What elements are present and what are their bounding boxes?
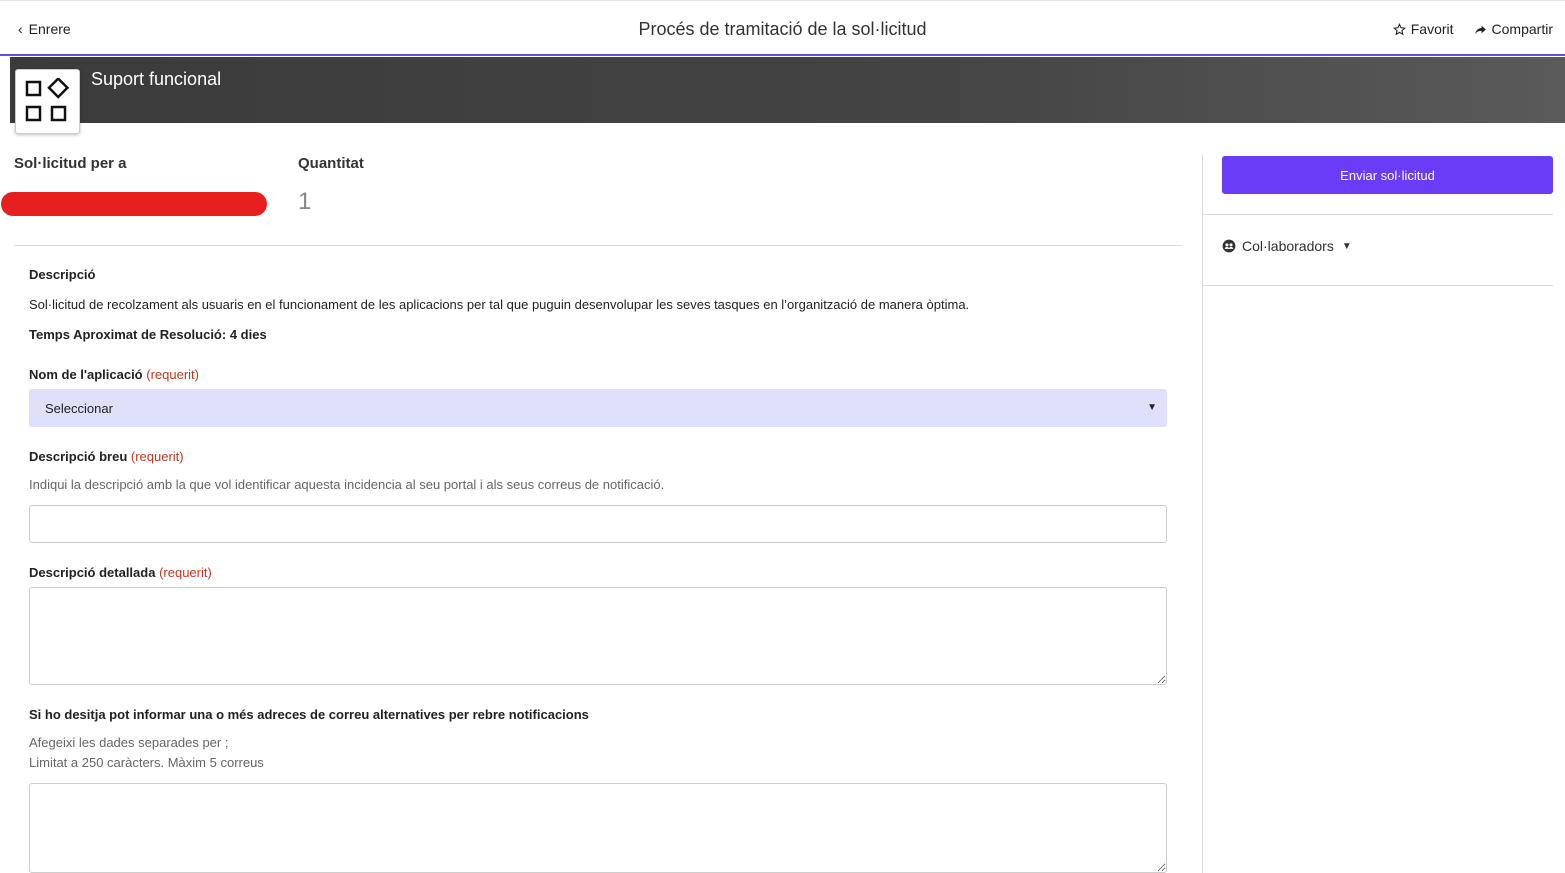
page-title: Procés de tramitació de la sol·licitud bbox=[638, 19, 927, 39]
short-desc-input[interactable] bbox=[29, 505, 1167, 543]
alt-emails-hint-limit: Limitat a 250 caràcters. Màxim 5 correus bbox=[29, 755, 264, 770]
caret-down-icon: ▼ bbox=[1147, 402, 1157, 413]
app-name-select[interactable]: Seleccionar ▼ bbox=[29, 389, 1167, 427]
alt-emails-textarea[interactable] bbox=[29, 783, 1167, 873]
short-desc-label: Descripció breu (requerit) bbox=[29, 449, 184, 464]
top-bar: ‹ Enrere Procés de tramitació de la sol·… bbox=[0, 0, 1565, 56]
required-marker: (requerit) bbox=[159, 565, 212, 580]
quantity-value: 1 bbox=[298, 188, 312, 215]
apps-grid-icon bbox=[15, 69, 80, 134]
short-desc-label-text: Descripció breu bbox=[29, 449, 128, 464]
favorite-label: Favorit bbox=[1410, 21, 1454, 37]
caret-down-icon: ▼ bbox=[1341, 240, 1352, 252]
short-desc-hint: Indiqui la descripció amb la que vol ide… bbox=[29, 477, 665, 492]
detailed-desc-label-text: Descripció detallada bbox=[29, 565, 156, 580]
app-name-label-text: Nom de l'aplicació bbox=[29, 367, 143, 382]
app-name-selected: Seleccionar bbox=[45, 400, 113, 416]
service-title: Suport funcional bbox=[91, 69, 222, 89]
required-marker: (requerit) bbox=[146, 367, 199, 382]
description-body: Sol·licitud de recolzament als usuaris e… bbox=[29, 297, 970, 312]
divider bbox=[14, 245, 1182, 246]
sidebar-separator bbox=[1203, 285, 1553, 286]
description-heading: Descripció bbox=[29, 267, 96, 282]
collaborators-dropdown[interactable]: Col·laboradors ▼ bbox=[1222, 238, 1352, 254]
share-button[interactable]: Compartir bbox=[1474, 21, 1553, 37]
submit-request-button[interactable]: Enviar sol·licitud bbox=[1222, 156, 1553, 194]
app-name-label: Nom de l'aplicació (requerit) bbox=[29, 367, 199, 382]
request-for-label: Sol·licitud per a bbox=[14, 155, 127, 172]
sidebar-divider bbox=[1202, 155, 1203, 873]
alt-emails-hint-separator: Afegeixi les dades separades per ; bbox=[29, 735, 229, 750]
users-icon bbox=[1222, 239, 1236, 253]
share-label: Compartir bbox=[1491, 21, 1553, 37]
alt-emails-label: Si ho desitja pot informar una o més adr… bbox=[29, 707, 589, 722]
favorite-button[interactable]: Favorit bbox=[1392, 21, 1454, 37]
sidebar-separator bbox=[1203, 214, 1553, 215]
redacted-user bbox=[1, 192, 267, 216]
quantity-label: Quantitat bbox=[298, 155, 364, 172]
share-arrow-icon bbox=[1474, 25, 1486, 34]
required-marker: (requerit) bbox=[130, 449, 184, 464]
top-actions: Favorit Compartir bbox=[1392, 21, 1553, 37]
detailed-desc-textarea[interactable] bbox=[29, 587, 1167, 685]
star-icon bbox=[1392, 22, 1406, 35]
service-banner: Suport funcional bbox=[10, 57, 1565, 123]
detailed-desc-label: Descripció detallada (requerit) bbox=[29, 565, 212, 580]
collaborators-label: Col·laboradors bbox=[1242, 238, 1334, 254]
resolution-time: Temps Aproximat de Resolució: 4 dies bbox=[29, 327, 267, 342]
